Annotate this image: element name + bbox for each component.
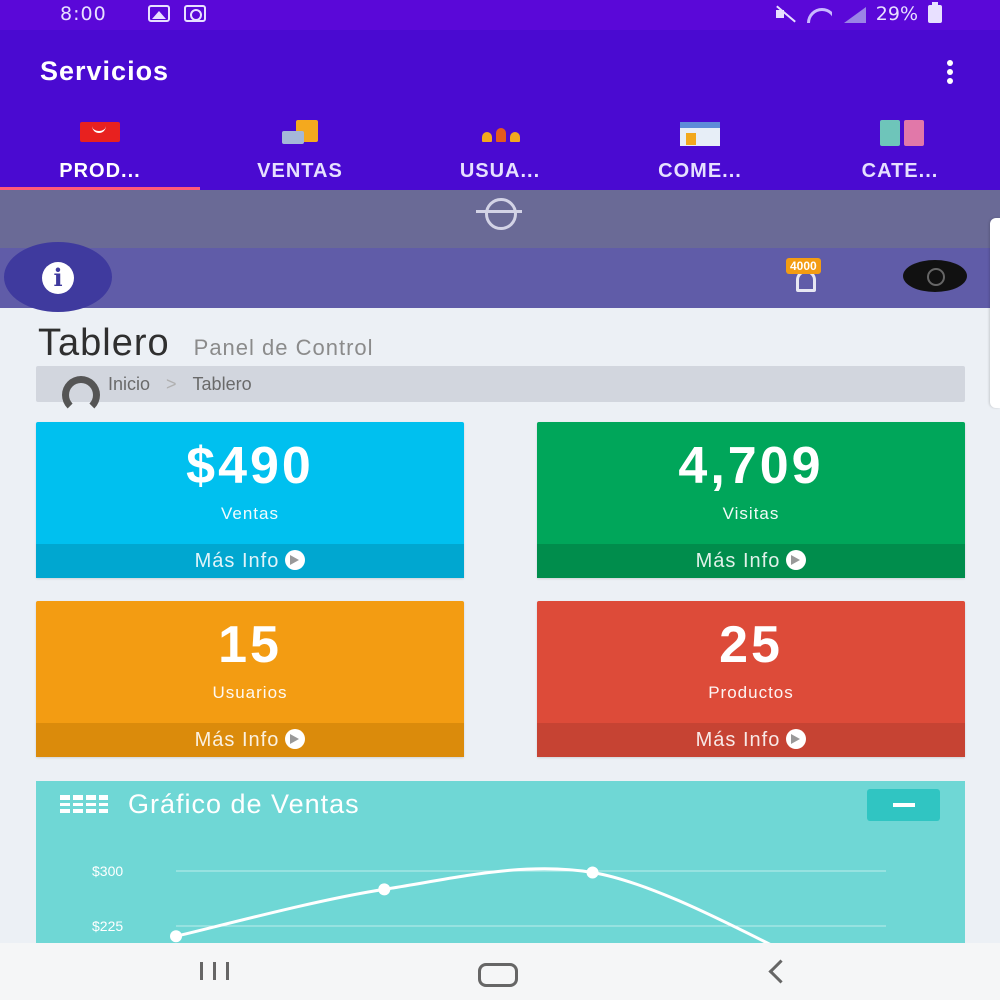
more-info-label: Más Info [695,550,781,572]
wifi-icon [806,5,832,23]
users-icon [476,116,524,150]
app-bar: Servicios PROD... VENTAS USUA... COME...… [0,30,1000,190]
expand-collapse-icon[interactable] [476,197,522,230]
tab-bar: PROD... VENTAS USUA... COME... CATE... [0,110,1000,190]
mute-icon [774,6,796,22]
notification-badge: 4000 [786,258,821,274]
chart-point[interactable] [170,930,182,943]
tab-ventas[interactable]: VENTAS [200,110,400,190]
tab-label: PROD... [59,160,141,182]
tab-productos[interactable]: PROD... [0,110,200,190]
info-icon: i [42,262,74,294]
breadcrumb-current: Tablero [192,373,252,394]
webview-toolbar [0,190,1000,248]
collapse-chart-button[interactable] [867,789,940,821]
more-info-link[interactable]: Más Info [537,723,965,757]
status-icons-right: 29% [774,2,942,25]
stat-value: $490 [186,437,314,495]
tab-label: VENTAS [257,160,343,182]
more-vertical-icon[interactable] [944,60,956,86]
chart-series-line [175,867,771,943]
stat-box-visitas: 4,709 Visitas Más Info [537,422,965,578]
cash-icon [276,116,324,150]
breadcrumb: Inicio > Tablero [36,366,965,414]
more-info-label: Más Info [194,550,280,572]
tab-comercios[interactable]: COME... [600,110,800,190]
stat-box-usuarios: 15 Usuarios Más Info [36,601,464,757]
stat-label: Ventas [221,504,279,523]
home-icon[interactable] [476,957,518,987]
chart-title: Gráfico de Ventas [128,789,360,819]
breadcrumb-separator: > [166,373,177,394]
app-title: Servicios [40,56,170,86]
avatar[interactable] [903,260,967,292]
signal-icon [842,5,866,23]
shopping-bag-icon [76,116,124,150]
more-info-label: Más Info [695,729,781,751]
admin-header: i 4000 [0,242,1000,312]
page-title: Tablero [38,322,170,364]
more-info-link[interactable]: Más Info [36,723,464,757]
more-info-link[interactable]: Más Info [36,544,464,578]
stat-label: Productos [708,683,794,702]
arrow-circle-right-icon [786,728,807,749]
grid-icon [60,795,108,813]
recents-icon[interactable] [196,957,236,985]
folders-icon [876,116,924,150]
arrow-circle-right-icon [285,549,306,570]
store-icon [676,116,724,150]
chart-point[interactable] [378,883,391,896]
dashboard-icon [60,376,100,414]
stat-value: 4,709 [678,437,824,495]
stat-label: Visitas [722,504,780,523]
chart-ytick-label: $225 [92,918,123,934]
stat-value: 15 [218,616,282,674]
notifications-button[interactable]: 4000 [786,258,850,298]
instagram-icon [184,5,206,22]
content-header: Tablero Panel de Control [38,322,374,365]
battery-icon [928,2,942,23]
arrow-circle-right-icon [285,728,306,749]
stat-box-productos: 25 Productos Más Info [537,601,965,757]
battery-percent: 29% [875,3,918,25]
tab-label: CATE... [861,160,939,182]
stat-label: Usuarios [212,683,288,702]
gallery-icon [148,5,170,22]
scroll-edge [990,218,1000,408]
back-icon[interactable] [764,957,794,985]
breadcrumb-home[interactable]: Inicio [108,374,150,395]
stat-value: 25 [719,616,783,674]
status-icons-left [148,5,206,22]
sales-chart-box: $300 $225 Gráfico de Ventas [36,781,965,943]
more-info-label: Más Info [194,729,280,751]
system-nav-bar [0,943,1000,1000]
stat-box-ventas: $490 Ventas Más Info [36,422,464,578]
tab-categorias[interactable]: CATE... [800,110,1000,190]
chart-point[interactable] [586,866,599,879]
more-info-link[interactable]: Más Info [537,544,965,578]
status-time: 8:00 [60,3,107,25]
tab-label: COME... [658,160,742,182]
chart-ytick-label: $300 [92,863,123,879]
page-subtitle: Panel de Control [193,335,374,360]
arrow-circle-right-icon [786,549,807,570]
tab-label: USUA... [459,160,541,182]
info-button[interactable]: i [4,242,112,312]
tab-usuarios[interactable]: USUA... [400,110,600,190]
status-bar: 8:00 29% [0,0,1000,30]
